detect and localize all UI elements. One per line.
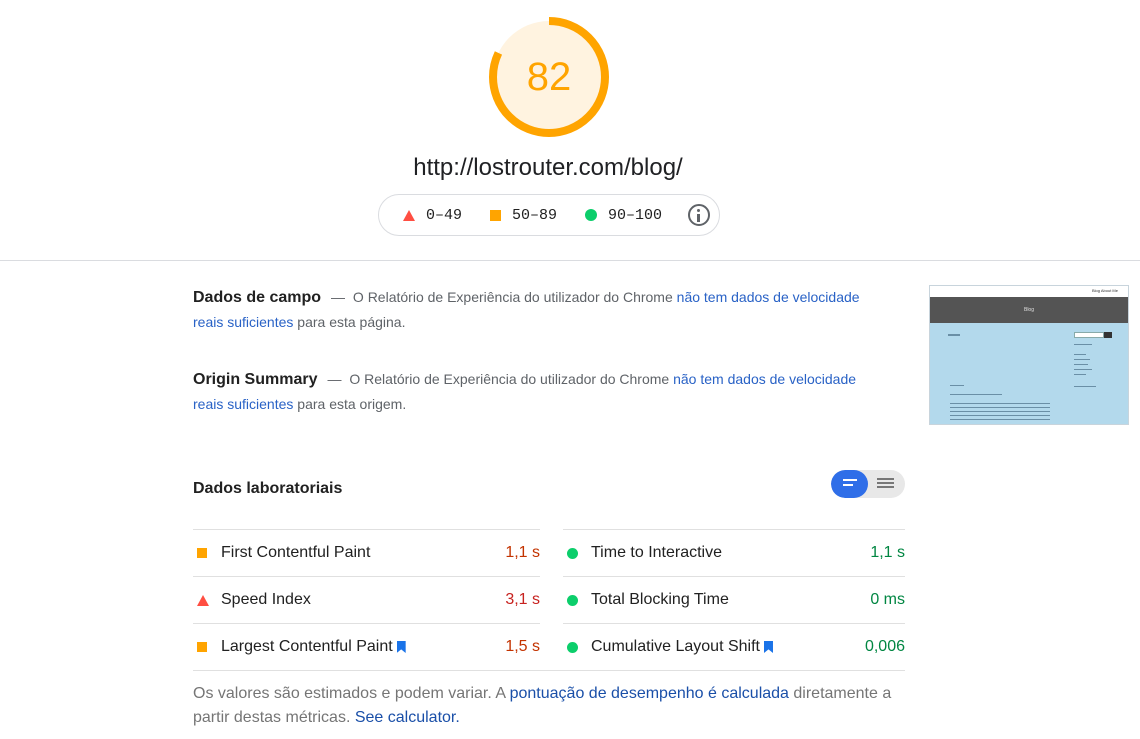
lab-data-title: Dados laboratoriais [193,480,343,497]
metric-value: 0 ms [870,591,905,608]
origin-summary-section: Origin Summary — O Relatório de Experiênc… [193,367,873,417]
metric-name-wrapper: Cumulative Layout Shift [591,638,865,656]
score-calculation-link[interactable]: pontuação de desempenho é calculada [510,685,789,702]
legend-fail: 0–49 [403,207,462,224]
lab-data-divider [193,670,905,671]
metric-largest-contentful-paint[interactable]: Largest Contentful Paint 1,5 s [193,623,540,670]
red-triangle-icon [403,209,415,221]
bookmark-icon [763,641,773,653]
field-data-dash: — [331,289,346,305]
metric-name: First Contentful Paint [221,544,371,561]
origin-summary-dash: — [327,371,342,387]
info-icon[interactable] [688,204,710,226]
thumb-text-line [950,411,1050,412]
thumb-text-line [950,415,1050,416]
metric-name: Cumulative Layout Shift [591,638,760,655]
metric-first-contentful-paint[interactable]: First Contentful Paint 1,1 s [193,529,540,576]
metric-name: Speed Index [221,591,311,608]
field-data-suffix: para esta página. [297,314,406,330]
thumb-search-box [1074,332,1104,338]
thumb-text-line [1074,354,1086,355]
metric-name-wrapper: Largest Contentful Paint [221,638,505,656]
field-data-text: O Relatório de Experiência do utilizador… [352,289,673,305]
thumb-nav-links: Blog About Me [1091,288,1118,293]
green-circle-icon [585,209,598,221]
field-data-section: Dados de campo — O Relatório de Experiênc… [193,285,873,335]
metric-name: Time to Interactive [591,544,723,561]
legend-pass-range: 90–100 [608,206,663,224]
metric-value: 0,006 [864,638,905,655]
metric-value: 1,1 s [505,544,540,561]
thumb-text-line [1074,369,1092,370]
legend-fail-range: 0–49 [426,206,463,224]
metric-value: 3,1 s [505,591,540,608]
bookmark-icon [396,641,406,653]
metric-name: Largest Contentful Paint [221,638,393,655]
orange-square-icon [197,548,207,558]
thumb-topbar: Blog About Me [930,286,1128,297]
origin-summary-text: O Relatório de Experiência do utilizador… [349,371,670,387]
thumb-text-line [950,385,964,386]
thumb-text-line [948,334,960,336]
thumb-text-line [1074,374,1086,375]
thumb-text-line [950,394,1002,395]
performance-score: 82 [526,54,572,99]
page-screenshot-thumbnail[interactable]: Blog About Me Blog [929,285,1129,425]
red-triangle-icon [197,594,209,606]
estimation-note: Os valores são estimados e podem variar.… [193,682,905,730]
estimation-text-1: Os valores são estimados e podem variar.… [193,685,506,702]
thumb-search-button [1104,332,1112,338]
metric-cumulative-layout-shift[interactable]: Cumulative Layout Shift 0,006 [563,623,905,670]
thumb-text-line [1074,359,1090,360]
legend-pass: 90–100 [585,207,662,224]
metric-total-blocking-time[interactable]: Total Blocking Time 0 ms [563,576,905,623]
legend-average-range: 50–89 [512,206,558,224]
metric-time-to-interactive[interactable]: Time to Interactive 1,1 s [563,529,905,576]
score-legend: 0–49 50–89 90–100 [378,194,720,236]
page-url: http://lostrouter.com/blog/ [413,154,683,181]
green-circle-icon [567,641,578,653]
orange-square-icon [197,642,207,652]
metric-speed-index[interactable]: Speed Index 3,1 s [193,576,540,623]
legend-average: 50–89 [490,207,557,224]
metric-name: Total Blocking Time [591,591,729,608]
green-circle-icon [567,594,578,606]
metric-value: 1,5 s [505,638,540,655]
green-circle-icon [567,547,578,559]
metrics-view-toggle[interactable] [831,470,905,498]
orange-square-icon [490,209,502,221]
thumb-text-line [950,419,1050,420]
thumb-text-line [1074,344,1092,345]
metric-value: 1,1 s [870,544,905,561]
thumb-banner: Blog [930,297,1128,323]
see-calculator-link[interactable]: See calculator. [355,709,460,726]
thumb-text-line [950,403,1050,404]
thumb-text-line [950,407,1050,408]
origin-summary-title: Origin Summary [193,371,318,388]
score-header: 82 http://lostrouter.com/blog/ 0–49 50–8… [0,0,1140,261]
field-data-title: Dados de campo [193,289,322,306]
origin-summary-suffix: para esta origem. [297,396,407,412]
compact-view-button[interactable] [831,470,868,498]
thumb-text-line [1074,364,1088,365]
thumb-text-line [1074,386,1096,387]
